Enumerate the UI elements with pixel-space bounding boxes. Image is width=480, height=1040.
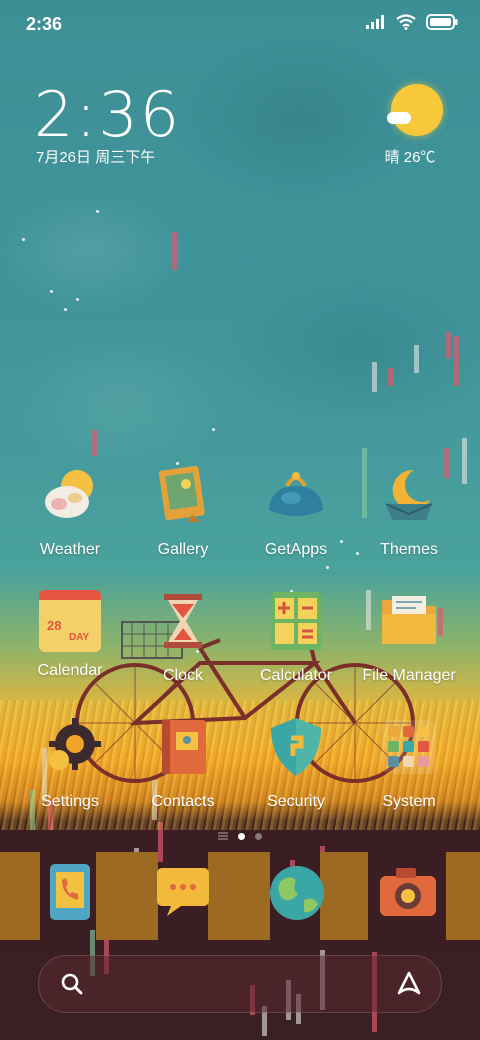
app-calendar[interactable]: 28 DAY Calendar bbox=[15, 590, 125, 680]
app-label: File Manager bbox=[362, 667, 456, 684]
wallpaper-streak bbox=[372, 362, 377, 392]
status-bar: 2:36 bbox=[0, 0, 480, 50]
app-label: Clock bbox=[162, 667, 203, 684]
app-clock[interactable]: Clock bbox=[128, 590, 238, 685]
wallpaper-sparkle bbox=[96, 210, 99, 213]
wallpaper-streak bbox=[92, 430, 97, 456]
system-folder-icon bbox=[382, 720, 436, 774]
calendar-icon-label: DAY bbox=[69, 632, 90, 643]
menu-lines-icon bbox=[218, 832, 228, 840]
themes-icon bbox=[385, 469, 433, 520]
app-gallery[interactable]: Gallery bbox=[128, 464, 238, 559]
wallpaper-streak bbox=[414, 345, 419, 373]
app-label: GetApps bbox=[264, 541, 328, 558]
app-label: System bbox=[382, 793, 436, 810]
home-screen: 2:36 2:36 7月26日 周三下午 晴 26℃ Weather Galle… bbox=[0, 0, 480, 1040]
dock-background bbox=[446, 852, 480, 940]
search-icon[interactable] bbox=[61, 973, 83, 995]
battery-icon bbox=[426, 14, 458, 30]
sunny-icon bbox=[387, 84, 443, 136]
dock-background bbox=[0, 852, 40, 940]
app-weather[interactable]: Weather bbox=[15, 464, 125, 559]
getapps-icon bbox=[269, 472, 323, 516]
weather-icon bbox=[45, 470, 93, 518]
wallpaper-sparkle bbox=[212, 428, 215, 431]
status-icons bbox=[366, 14, 458, 30]
signal-icon bbox=[366, 15, 384, 29]
app-label: Settings bbox=[41, 793, 99, 810]
app-settings[interactable]: Settings bbox=[15, 716, 125, 811]
wallpaper-sparkle bbox=[326, 566, 329, 569]
clock-icon bbox=[164, 594, 202, 648]
app-security[interactable]: Security bbox=[241, 716, 351, 811]
wallpaper-streak bbox=[446, 332, 451, 358]
wallpaper-sparkle bbox=[50, 290, 53, 293]
app-label: Themes bbox=[380, 541, 438, 558]
contacts-icon bbox=[162, 720, 206, 774]
gallery-icon bbox=[158, 465, 205, 522]
wallpaper-sparkle bbox=[64, 308, 67, 311]
app-label: Security bbox=[267, 793, 325, 810]
weather-widget[interactable]: 晴 26℃ bbox=[382, 82, 452, 167]
app-getapps[interactable]: GetApps bbox=[241, 464, 351, 559]
wallpaper-sparkle bbox=[76, 298, 79, 301]
wifi-icon bbox=[396, 14, 416, 30]
app-label: Calendar bbox=[37, 662, 103, 679]
wallpaper-streak bbox=[454, 336, 459, 386]
page-indicator[interactable] bbox=[0, 830, 480, 842]
app-label: Calculator bbox=[259, 667, 333, 684]
settings-icon bbox=[49, 718, 101, 770]
app-label: Contacts bbox=[151, 793, 215, 810]
phone-icon[interactable] bbox=[48, 862, 92, 922]
dock-background bbox=[320, 852, 368, 940]
wallpaper-streak bbox=[388, 368, 393, 386]
dock bbox=[0, 852, 480, 942]
wallpaper-streak bbox=[172, 232, 177, 270]
assistant-icon[interactable] bbox=[397, 971, 421, 997]
app-file-manager[interactable]: File Manager bbox=[354, 590, 464, 685]
camera-icon[interactable] bbox=[378, 866, 438, 918]
app-label: Gallery bbox=[157, 541, 209, 558]
app-themes[interactable]: Themes bbox=[354, 464, 464, 559]
file-manager-icon bbox=[382, 596, 436, 644]
messages-icon[interactable] bbox=[155, 866, 211, 916]
cloud-icon bbox=[387, 112, 411, 124]
app-contacts[interactable]: Contacts bbox=[128, 716, 238, 811]
clock-widget-time[interactable]: 2:36 bbox=[34, 78, 181, 151]
page-dot bbox=[255, 832, 262, 840]
wallpaper-sparkle bbox=[22, 238, 25, 241]
dock-background bbox=[208, 852, 270, 940]
app-folder-system[interactable]: System bbox=[354, 716, 464, 811]
browser-icon[interactable] bbox=[268, 864, 326, 922]
dock-background bbox=[96, 852, 158, 940]
weather-widget-text: 晴 26℃ bbox=[384, 149, 436, 166]
calendar-icon-day: 28 bbox=[47, 618, 62, 633]
search-bar[interactable] bbox=[38, 955, 442, 1013]
app-label: Weather bbox=[39, 541, 101, 558]
calendar-icon: 28 DAY bbox=[39, 590, 101, 652]
calculator-icon bbox=[271, 592, 321, 650]
security-icon bbox=[271, 718, 321, 776]
page-dot-active bbox=[238, 832, 245, 840]
status-time: 2:36 bbox=[26, 14, 63, 34]
app-calculator[interactable]: Calculator bbox=[241, 590, 351, 685]
clock-widget-date[interactable]: 7月26日 周三下午 bbox=[36, 146, 155, 167]
